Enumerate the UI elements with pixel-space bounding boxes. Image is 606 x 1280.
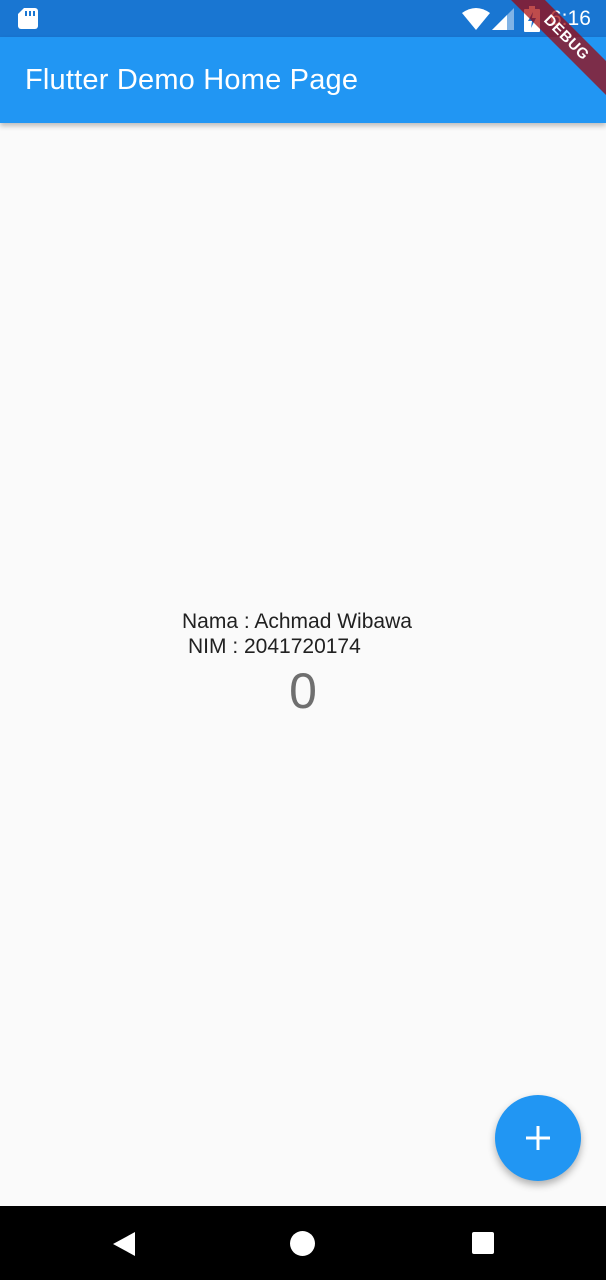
- back-icon[interactable]: [111, 1231, 137, 1257]
- name-text: Nama : Achmad Wibawa: [182, 610, 412, 633]
- app-bar: Flutter Demo Home Page: [0, 37, 606, 123]
- battery-charging-icon: [524, 6, 540, 32]
- recents-icon[interactable]: [471, 1231, 495, 1255]
- sd-card-icon: [18, 8, 38, 29]
- app-screen: 6:16 Flutter Demo Home Page DEBUG Nama :…: [0, 0, 606, 1280]
- status-bar: 6:16: [0, 0, 606, 37]
- cell-signal-icon: [492, 8, 514, 30]
- page-title: Flutter Demo Home Page: [25, 64, 359, 96]
- increment-fab-button[interactable]: [495, 1095, 581, 1181]
- system-nav-bar: [0, 1206, 606, 1280]
- home-icon[interactable]: [289, 1230, 316, 1257]
- main-content: Nama : Achmad Wibawa NIM : 2041720174 0: [0, 123, 606, 1206]
- nim-text: NIM : 2041720174: [188, 635, 361, 658]
- status-time: 6:16: [550, 7, 591, 30]
- wifi-icon: [462, 8, 490, 30]
- plus-icon: [526, 1126, 550, 1150]
- counter-value: 0: [289, 663, 317, 719]
